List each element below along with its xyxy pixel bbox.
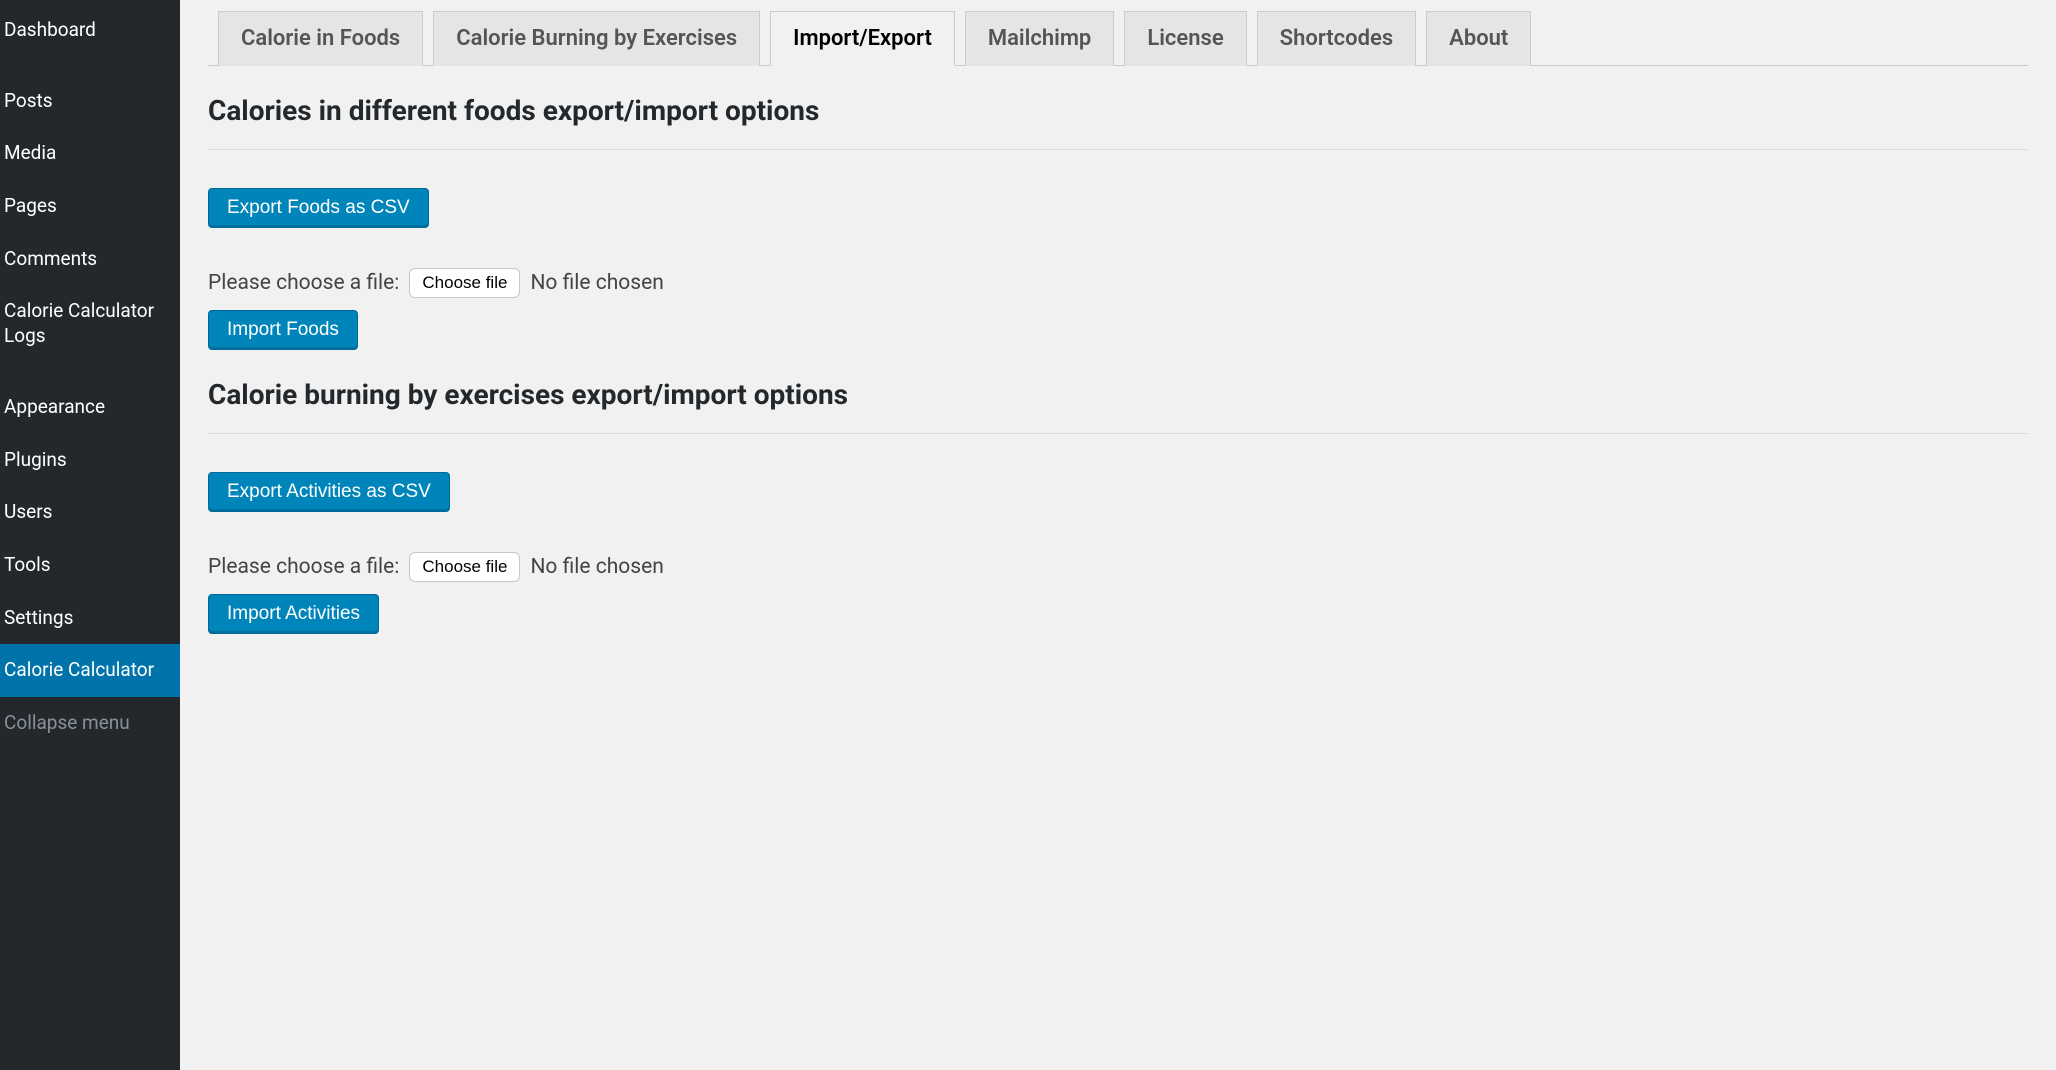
sidebar-item-calorie-calculator[interactable]: Calorie Calculator: [0, 644, 180, 697]
sidebar-item-comments[interactable]: Comments: [0, 233, 180, 286]
foods-file-status: No file chosen: [530, 271, 663, 295]
admin-sidebar: Dashboard Posts Media Pages Comments Cal…: [0, 0, 180, 1070]
sidebar-item-calorie-logs[interactable]: Calorie Calculator Logs: [0, 285, 180, 362]
collapse-menu[interactable]: Collapse menu: [0, 697, 180, 748]
tab-calorie-burning-exercises[interactable]: Calorie Burning by Exercises: [433, 11, 760, 66]
foods-file-row: Please choose a file: Choose file No fil…: [208, 268, 2028, 298]
tab-mailchimp[interactable]: Mailchimp: [965, 11, 1114, 66]
foods-choose-file-button[interactable]: Choose file: [409, 268, 520, 298]
foods-section: Export Foods as CSV Please choose a file…: [208, 150, 2028, 350]
sidebar-item-users[interactable]: Users: [0, 486, 180, 539]
sidebar-item-pages[interactable]: Pages: [0, 180, 180, 233]
activities-file-prompt: Please choose a file:: [208, 555, 399, 579]
sidebar-item-plugins[interactable]: Plugins: [0, 434, 180, 487]
sidebar-item-appearance[interactable]: Appearance: [0, 381, 180, 434]
sidebar-item-posts[interactable]: Posts: [0, 75, 180, 128]
activities-choose-file-button[interactable]: Choose file: [409, 552, 520, 582]
import-foods-button[interactable]: Import Foods: [208, 310, 358, 350]
activities-file-row: Please choose a file: Choose file No fil…: [208, 552, 2028, 582]
import-activities-button[interactable]: Import Activities: [208, 594, 379, 634]
main-content: Calorie in Foods Calorie Burning by Exer…: [180, 0, 2056, 1070]
sidebar-item-tools[interactable]: Tools: [0, 539, 180, 592]
sidebar-item-media[interactable]: Media: [0, 127, 180, 180]
sidebar-item-dashboard[interactable]: Dashboard: [0, 4, 180, 57]
sidebar-item-settings[interactable]: Settings: [0, 592, 180, 645]
tab-license[interactable]: License: [1124, 11, 1246, 66]
activities-section: Export Activities as CSV Please choose a…: [208, 434, 2028, 634]
tab-shortcodes[interactable]: Shortcodes: [1257, 11, 1416, 66]
activities-file-status: No file chosen: [530, 555, 663, 579]
settings-tabs: Calorie in Foods Calorie Burning by Exer…: [208, 10, 2028, 66]
export-foods-button[interactable]: Export Foods as CSV: [208, 188, 429, 228]
tab-calorie-in-foods[interactable]: Calorie in Foods: [218, 11, 423, 66]
foods-file-prompt: Please choose a file:: [208, 271, 399, 295]
activities-section-title: Calorie burning by exercises export/impo…: [208, 378, 2028, 434]
tab-import-export[interactable]: Import/Export: [770, 11, 955, 66]
export-activities-button[interactable]: Export Activities as CSV: [208, 472, 450, 512]
tab-about[interactable]: About: [1426, 11, 1531, 66]
foods-section-title: Calories in different foods export/impor…: [208, 94, 2028, 150]
